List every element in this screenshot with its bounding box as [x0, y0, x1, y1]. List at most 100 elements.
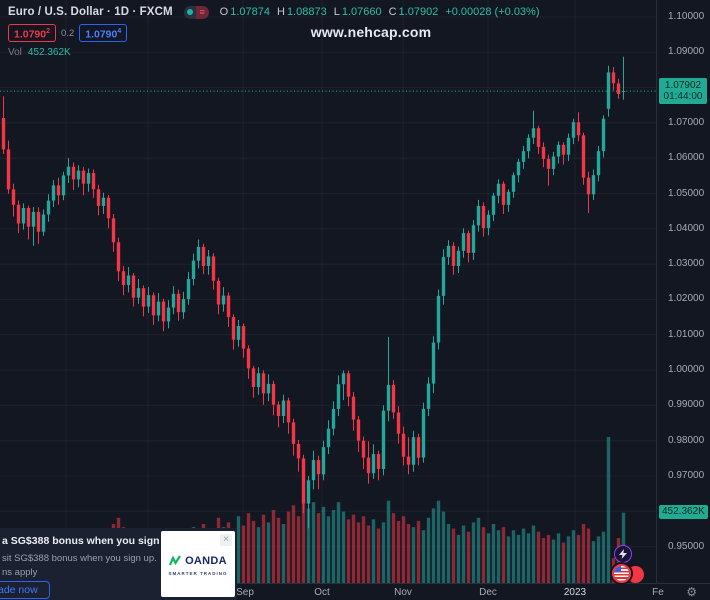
candle-body: [591, 175, 596, 195]
candle-body: [261, 373, 266, 394]
candle-body: [206, 256, 211, 266]
volume-bar: [281, 524, 286, 583]
candle-body: [321, 447, 326, 475]
volume-bar: [361, 516, 366, 583]
candle-body: [126, 275, 131, 285]
volume-bar: [266, 522, 271, 583]
candle-body: [571, 122, 576, 138]
lightning-event-icon[interactable]: [614, 545, 632, 563]
high-label: H: [276, 6, 285, 18]
volume-bar: [406, 524, 411, 583]
chart-header: Euro / U.S. Dollar · 1D · FXCM ≡ O 1.0787…: [8, 5, 540, 58]
volume-bar: [296, 516, 301, 583]
candle-body: [276, 404, 281, 416]
price-axis-label: 0.95000: [668, 541, 705, 552]
chart-canvas[interactable]: [0, 0, 656, 583]
volume-bar: [261, 514, 266, 583]
candle-body: [306, 480, 311, 504]
volume-bar: [476, 517, 481, 583]
candle-body: [461, 233, 466, 251]
candle-body: [401, 433, 406, 457]
candle-body: [441, 257, 446, 296]
volume-bar: [401, 516, 406, 583]
price-axis-label: 1.02000: [668, 293, 705, 304]
candle-body: [201, 246, 206, 266]
sell-price-button[interactable]: 1.07902: [8, 23, 57, 43]
candle-body: [456, 250, 461, 266]
price-axis-label: 1.05000: [668, 188, 705, 199]
time-axis-label: Fe: [652, 587, 664, 598]
volume-bar: [571, 530, 576, 583]
candle-body: [311, 460, 316, 481]
volume-bar: [256, 527, 261, 583]
candle-body: [361, 440, 366, 458]
volume-bar: [471, 522, 476, 583]
close-icon[interactable]: ×: [220, 534, 232, 546]
candle-body: [251, 368, 256, 387]
candle-body: [341, 373, 346, 385]
time-axis-label: 2023: [563, 587, 587, 598]
candle-body: [181, 299, 186, 313]
us-flag-event-icon[interactable]: [612, 564, 631, 583]
volume-bar: [321, 506, 326, 583]
open-value: 1.07874: [230, 6, 270, 18]
change-value: +0.00028 (+0.03%): [445, 6, 540, 18]
candle-body: [551, 156, 556, 169]
candle-body: [376, 454, 381, 469]
candle-body: [81, 170, 86, 184]
candle-body: [526, 137, 531, 152]
trading-chart-app: Euro / U.S. Dollar · 1D · FXCM ≡ O 1.0787…: [0, 0, 710, 600]
candle-body: [511, 175, 516, 192]
volume-bar: [391, 513, 396, 583]
oanda-mark-icon: [169, 555, 182, 566]
volume-bar: [346, 519, 351, 583]
ad-brand-card[interactable]: × OANDA SMARTER TRADING: [161, 531, 235, 597]
toggle-menu-icon: ≡: [195, 5, 209, 19]
candle-body: [596, 151, 601, 176]
candle-body: [236, 326, 241, 340]
candle-body: [131, 275, 136, 298]
price-axis-label: 1.01000: [668, 329, 705, 340]
candle-body: [136, 288, 141, 298]
candle-body: [281, 400, 286, 416]
candle-body: [561, 144, 566, 155]
candle-body: [381, 410, 386, 469]
candle-body: [581, 135, 586, 178]
trade-now-button[interactable]: ade now: [0, 581, 50, 599]
volume-bar: [541, 538, 546, 583]
candle-body: [66, 166, 71, 176]
candle-body: [101, 197, 106, 206]
candle-body: [396, 412, 401, 434]
gear-icon[interactable]: ⚙: [686, 585, 697, 599]
candle-body: [16, 204, 21, 224]
candle-body: [191, 260, 196, 279]
volume-bar: [486, 533, 491, 583]
price-axis-label: 1.07000: [668, 117, 705, 128]
volume-bar: [311, 502, 316, 583]
ad-subtext: sit SG$388 bonus when you sign up.: [2, 553, 157, 564]
volume-bar: [331, 510, 336, 583]
candle-body: [331, 408, 336, 429]
volume-bar: [251, 520, 256, 583]
ohlc-readout: O 1.07874 H 1.08873 L 1.07660 C 1.07902 +0.0…: [220, 6, 540, 18]
candle-body: [531, 128, 536, 138]
candle-body: [31, 211, 36, 227]
candle-body: [466, 233, 471, 253]
ad-toast: a SG$388 bonus when you sign up. sit SG$…: [0, 528, 237, 600]
candle-body: [6, 149, 11, 190]
time-axis-label: Dec: [479, 587, 497, 598]
candle-body: [41, 214, 46, 232]
symbol-title[interactable]: Euro / U.S. Dollar · 1D · FXCM: [8, 6, 173, 18]
close-label: C: [388, 6, 397, 18]
candle-body: [56, 185, 61, 196]
buy-sell-toggle[interactable]: ≡: [183, 5, 209, 19]
candle-body: [576, 122, 581, 136]
buy-price-button[interactable]: 1.07904: [79, 23, 128, 43]
volume-bar: [336, 502, 341, 583]
volume-bar: [396, 520, 401, 583]
volume-bar: [316, 513, 321, 583]
price-axis-label: 1.03000: [668, 258, 705, 269]
volume-bar: [371, 519, 376, 583]
candle-body: [26, 208, 31, 227]
candle-body: [546, 158, 551, 169]
